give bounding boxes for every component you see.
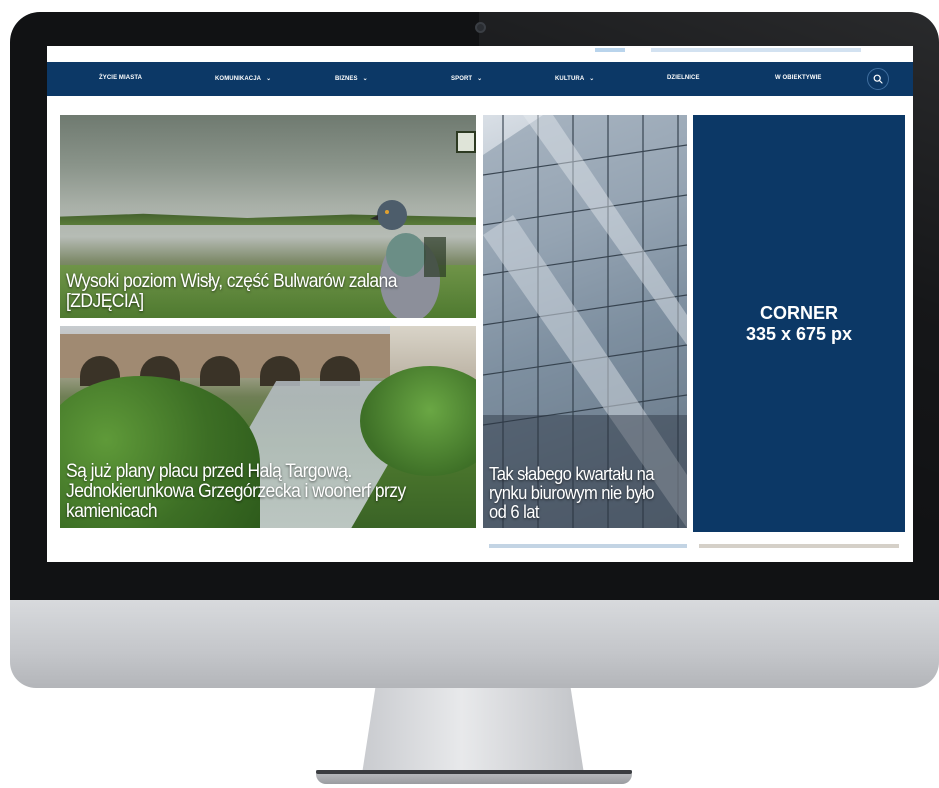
ad-placeholder: CORNER 335 x 675 px [693, 115, 905, 532]
article-image [456, 131, 476, 153]
nav-item-label: Życie miasta [99, 75, 143, 81]
monitor-stand [362, 688, 584, 774]
search-icon [873, 74, 883, 84]
ad-size: 335 x 675 px [745, 323, 853, 344]
chevron-down-icon: ⌄ [362, 76, 368, 82]
nav-item-sport[interactable]: Sport ⌄ [451, 75, 482, 82]
nav-item-biznes[interactable]: Biznes ⌄ [335, 75, 368, 82]
article-title: Są już plany placu przed Halą Targową. J… [66, 461, 406, 522]
chevron-down-icon: ⌄ [477, 76, 483, 82]
top-bar-banner[interactable] [651, 48, 861, 52]
main-nav: Życie miasta Komunikacja ⌄ Biznes ⌄ Sport ⌄… [47, 62, 913, 96]
article-tile-rynek-biurowy[interactable]: Tak słabego kwartału na rynku biurowym n… [483, 115, 687, 528]
monitor-stand-base [316, 770, 632, 784]
nav-item-dzielnice[interactable]: Dzielnice [667, 75, 700, 81]
article-tile-wisla[interactable]: Wysoki poziom Wisły, część Bulwarów zala… [60, 115, 476, 318]
nav-item-kultura[interactable]: Kultura ⌄ [555, 75, 594, 82]
article-image [60, 334, 420, 386]
nav-item-zycie-miasta[interactable]: Życie miasta [99, 75, 142, 81]
nav-item-label: Komunikacja [215, 76, 262, 82]
search-button[interactable] [867, 68, 889, 90]
nav-item-label: Sport [451, 76, 473, 82]
article-title: Tak słabego kwartału na rynku biurowym n… [489, 464, 655, 522]
screen: Życie miasta Komunikacja ⌄ Biznes ⌄ Sport ⌄… [47, 46, 913, 562]
chevron-down-icon: ⌄ [589, 76, 595, 82]
top-bar-link[interactable] [595, 48, 625, 52]
top-bar [47, 46, 913, 62]
ad-label: CORNER [759, 302, 838, 323]
next-row-tile[interactable] [489, 544, 687, 548]
monitor-chin [10, 600, 939, 688]
article-title: Wysoki poziom Wisły, część Bulwarów zala… [66, 271, 397, 312]
camera-icon [475, 22, 486, 33]
article-tile-hala-targowa[interactable]: Są już plany placu przed Halą Targową. J… [60, 326, 476, 528]
nav-item-label: Dzielnice [667, 75, 700, 81]
next-row-tile[interactable] [699, 544, 899, 548]
article-image [200, 356, 240, 386]
nav-item-label: Kultura [555, 76, 585, 82]
nav-item-w-obiektywie[interactable]: W obiektywie [775, 75, 822, 81]
nav-item-komunikacja[interactable]: Komunikacja ⌄ [215, 75, 271, 82]
chevron-down-icon: ⌄ [266, 76, 272, 82]
nav-item-label: Biznes [335, 76, 358, 82]
nav-item-label: W obiektywie [775, 75, 822, 81]
